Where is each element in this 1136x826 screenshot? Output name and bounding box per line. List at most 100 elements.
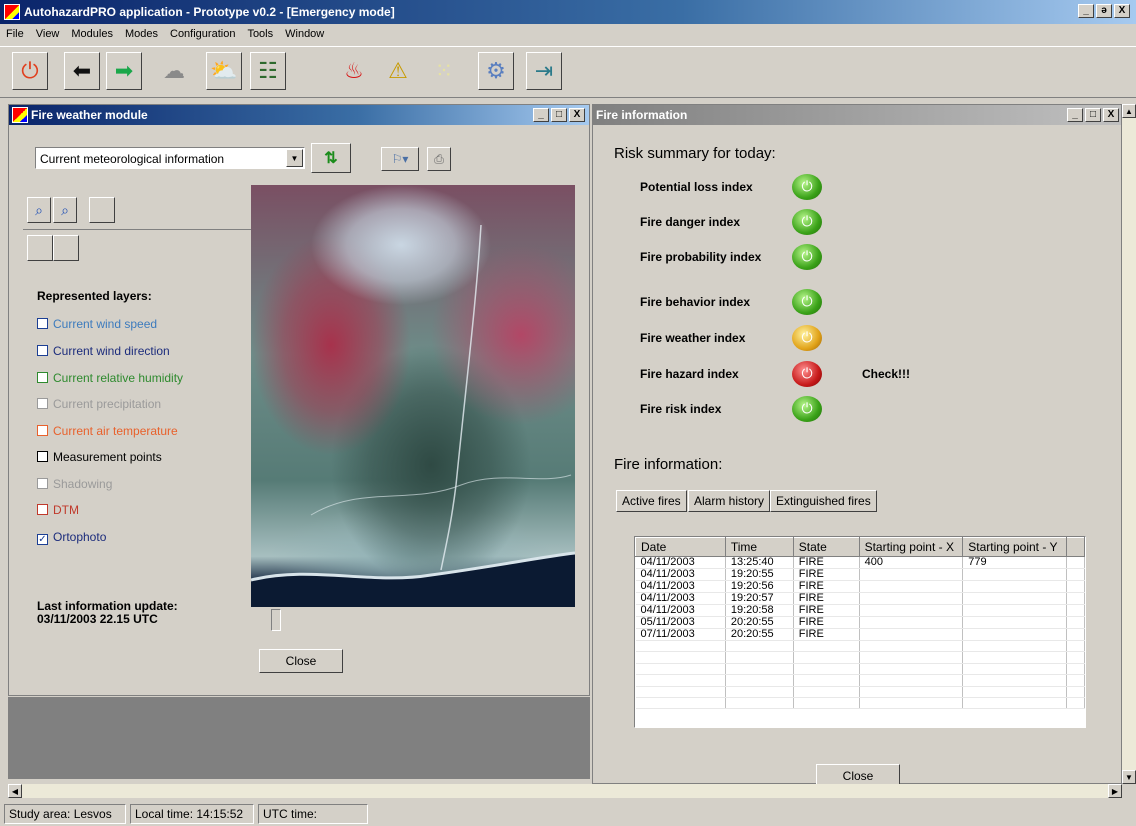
vertical-scrollbar[interactable]: ▲ ▼ xyxy=(1122,104,1136,784)
fw-close-button[interactable]: Close xyxy=(259,649,343,673)
table-row[interactable] xyxy=(635,674,1085,687)
table-cell xyxy=(635,640,726,653)
layer-shadowing[interactable]: Shadowing xyxy=(37,477,112,491)
table-row[interactable]: 07/11/2003 20:20:55 FIRE xyxy=(635,628,1085,641)
restore-button[interactable]: ə xyxy=(1096,4,1112,18)
table-row[interactable]: 04/11/2003 19:20:58 FIRE xyxy=(635,604,1085,617)
checkbox[interactable] xyxy=(37,345,48,356)
fi-maximize-button[interactable]: □ xyxy=(1085,108,1101,122)
layer-ortophoto[interactable]: ✓ Ortophoto xyxy=(37,530,106,545)
gear-icon[interactable]: ⚙ xyxy=(478,52,514,90)
menu-tools[interactable]: Tools xyxy=(247,28,273,40)
print-button[interactable]: ⎙ xyxy=(427,147,451,171)
table-row[interactable] xyxy=(635,697,1085,710)
layer-relative-humidity[interactable]: Current relative humidity xyxy=(37,371,183,385)
back-icon[interactable]: ⬅ xyxy=(64,52,100,90)
table-row[interactable]: 04/11/2003 19:20:57 FIRE xyxy=(635,592,1085,605)
forward-icon[interactable]: ➡ xyxy=(106,52,142,90)
minimize-button[interactable]: _ xyxy=(1078,4,1094,18)
fire-icon[interactable]: ♨ xyxy=(336,52,372,90)
checkbox[interactable] xyxy=(37,451,48,462)
column-date[interactable]: Date xyxy=(635,537,726,557)
table-cell xyxy=(1066,568,1085,581)
table-row[interactable] xyxy=(635,686,1085,698)
fw-minimize-button[interactable]: _ xyxy=(533,108,549,122)
active-fires-table[interactable]: Date Time State Starting point - X Start… xyxy=(634,536,1086,728)
table-cell xyxy=(1066,628,1085,641)
status-utc-time: UTC time: 13:15:52 xyxy=(258,804,368,826)
risk-heading: Risk summary for today: xyxy=(614,145,776,162)
layer-wind-direction[interactable]: Current wind direction xyxy=(37,344,170,358)
tab-alarm-history[interactable]: Alarm history xyxy=(688,490,771,512)
table-row[interactable]: 04/11/2003 13:25:40 FIRE 400 779 xyxy=(635,556,1085,569)
table-cell xyxy=(859,616,964,629)
table-cell xyxy=(859,568,964,581)
pattern-icon[interactable]: ⁙ xyxy=(426,52,462,90)
table-row[interactable] xyxy=(635,663,1085,676)
menu-modules[interactable]: Modules xyxy=(71,28,113,40)
menu-configuration[interactable]: Configuration xyxy=(170,28,235,40)
layer-air-temperature[interactable]: Current air temperature xyxy=(37,424,178,438)
checkbox[interactable] xyxy=(37,504,48,515)
checkbox[interactable] xyxy=(37,398,48,409)
chevron-down-icon[interactable]: ▼ xyxy=(286,149,303,167)
table-row[interactable] xyxy=(635,651,1085,664)
scroll-right-icon[interactable]: ▶ xyxy=(1108,784,1122,798)
fw-maximize-button[interactable]: □ xyxy=(551,108,567,122)
checkbox-checked[interactable]: ✓ xyxy=(37,534,48,545)
table-row[interactable] xyxy=(635,640,1085,653)
document-icon[interactable]: ☷ xyxy=(250,52,286,90)
menu-modes[interactable]: Modes xyxy=(125,28,158,40)
tool-button-1[interactable] xyxy=(27,235,53,261)
tab-active-fires[interactable]: Active fires xyxy=(616,490,687,512)
alert-icon[interactable]: ⚠ xyxy=(380,52,416,90)
checkbox[interactable] xyxy=(37,372,48,383)
layer-wind-speed[interactable]: Current wind speed xyxy=(37,317,157,331)
layer-measurement-points[interactable]: Measurement points xyxy=(37,450,162,464)
table-cell: 19:20:55 xyxy=(725,568,794,581)
column-state[interactable]: State xyxy=(792,537,860,557)
fw-close-window-button[interactable]: X xyxy=(569,108,585,122)
tab-extinguished-fires[interactable]: Extinguished fires xyxy=(770,490,877,512)
table-cell xyxy=(859,651,964,664)
map-slider[interactable] xyxy=(271,609,281,631)
index-fire-danger: Fire danger index xyxy=(640,215,741,229)
table-row[interactable]: 04/11/2003 19:20:55 FIRE xyxy=(635,568,1085,581)
ortophoto-map[interactable] xyxy=(251,185,575,607)
table-cell xyxy=(1066,592,1085,605)
menu-window[interactable]: Window xyxy=(285,28,324,40)
zoom-out-icon[interactable]: ⌕ xyxy=(53,197,77,223)
layer-menu-button[interactable]: ⚐▾ xyxy=(381,147,419,171)
fi-minimize-button[interactable]: _ xyxy=(1067,108,1083,122)
table-cell xyxy=(1066,640,1085,653)
scroll-down-icon[interactable]: ▼ xyxy=(1122,770,1136,784)
refresh-button[interactable]: ⇅ xyxy=(311,143,351,173)
column-start-x[interactable]: Starting point - X xyxy=(858,537,964,557)
checkbox[interactable] xyxy=(37,478,48,489)
table-cell xyxy=(859,697,964,710)
checkbox[interactable] xyxy=(37,318,48,329)
weather-icon[interactable]: ⛅ xyxy=(206,52,242,90)
power-icon[interactable]: ⏻ xyxy=(12,52,48,90)
layer-precipitation[interactable]: Current precipitation xyxy=(37,397,161,411)
scroll-left-icon[interactable]: ◀ xyxy=(8,784,22,798)
column-start-y[interactable]: Starting point - Y xyxy=(962,537,1067,557)
smoke-icon[interactable]: ☁ xyxy=(156,52,192,90)
horizontal-scrollbar[interactable]: ◀ ▶ xyxy=(8,784,1122,798)
scroll-up-icon[interactable]: ▲ xyxy=(1122,104,1136,118)
info-type-dropdown[interactable]: Current meteorological information ▼ xyxy=(35,147,305,169)
tool-button-2[interactable] xyxy=(53,235,79,261)
close-window-button[interactable]: X xyxy=(1114,4,1130,18)
layer-dtm[interactable]: DTM xyxy=(37,503,79,517)
menu-view[interactable]: View xyxy=(36,28,60,40)
table-row[interactable]: 04/11/2003 19:20:56 FIRE xyxy=(635,580,1085,593)
zoom-in-icon[interactable]: ⌕ xyxy=(27,197,51,223)
app-icon xyxy=(4,4,20,20)
checkbox[interactable] xyxy=(37,425,48,436)
fi-close-window-button[interactable]: X xyxy=(1103,108,1119,122)
exit-icon[interactable]: ⇥ xyxy=(526,52,562,90)
table-row[interactable]: 05/11/2003 20:20:55 FIRE xyxy=(635,616,1085,629)
column-time[interactable]: Time xyxy=(724,537,794,557)
pan-button[interactable] xyxy=(89,197,115,223)
menu-file[interactable]: File xyxy=(6,28,24,40)
